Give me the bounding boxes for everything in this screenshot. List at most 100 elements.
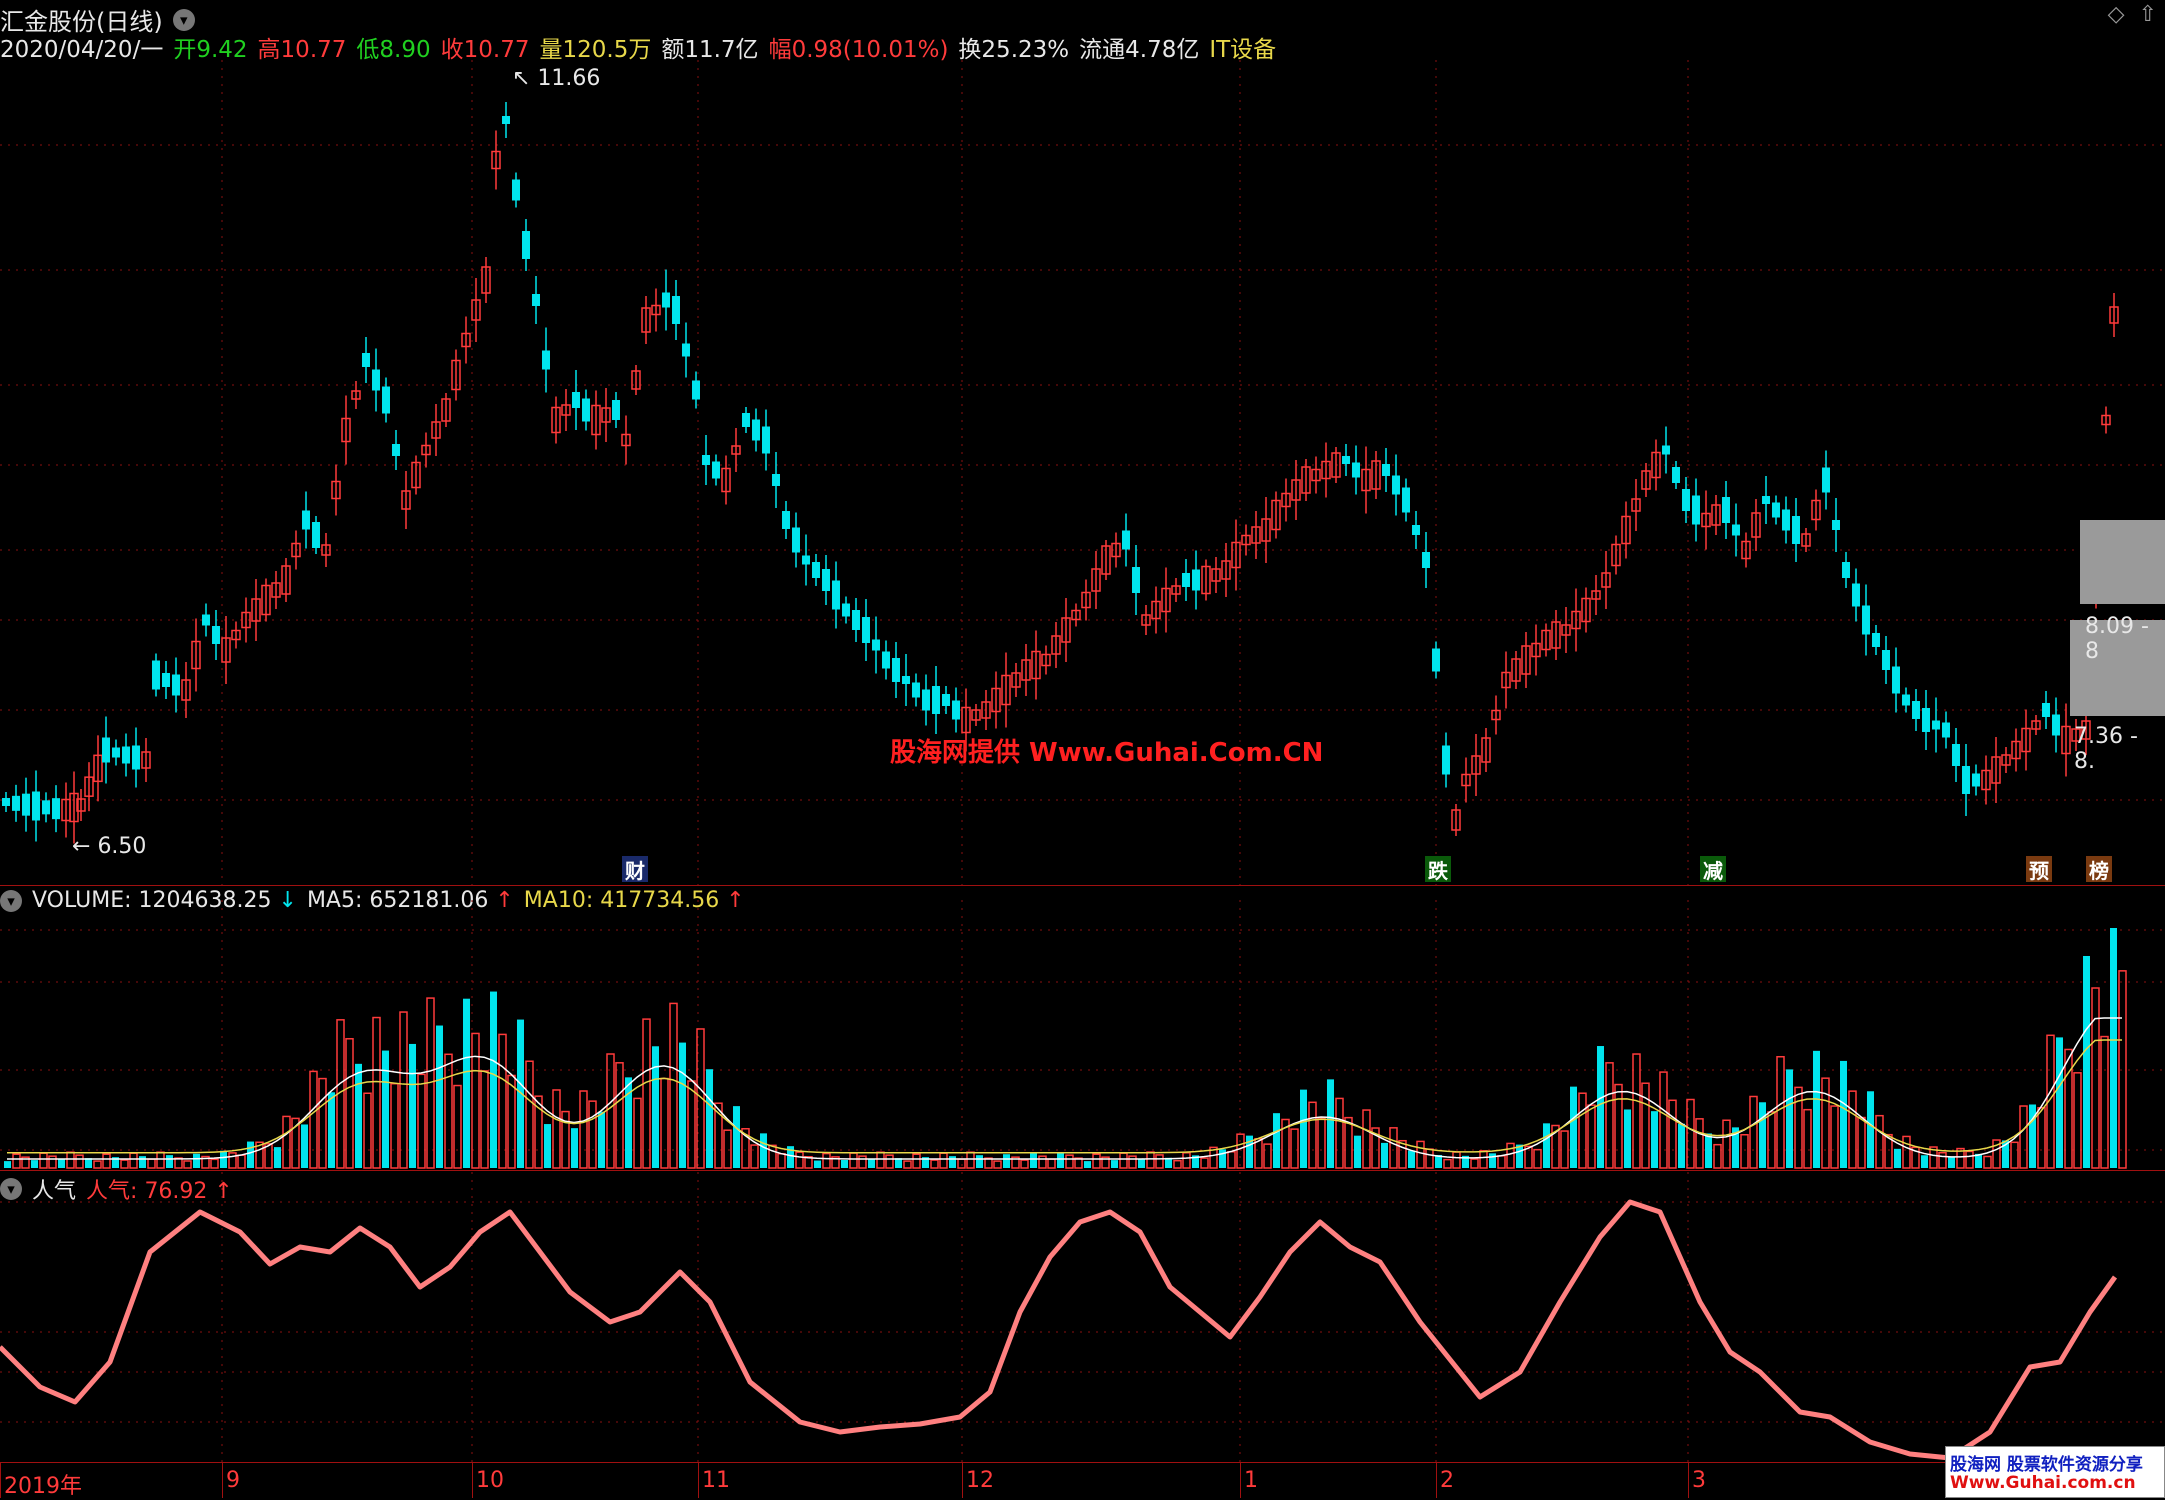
volume-bar — [93, 1160, 102, 1169]
quote-field: 换25.23% — [958, 37, 1070, 63]
volume-bar — [1786, 1069, 1793, 1168]
volume-bar — [822, 1152, 831, 1169]
sector-label[interactable]: IT设备 — [1209, 30, 1276, 64]
candle-body — [782, 511, 790, 529]
candle-body — [1892, 666, 1900, 694]
popularity-chart[interactable] — [0, 1172, 2165, 1462]
volume-bar — [390, 1082, 399, 1169]
volume-bar — [1155, 1154, 1164, 1169]
volume-bar — [706, 1069, 713, 1168]
volume-bar — [1290, 1128, 1299, 1169]
volume-bar — [444, 1053, 453, 1169]
volume-bar — [1695, 1118, 1704, 1169]
up-arrow-icon[interactable]: ⇧ — [2139, 2, 2157, 27]
volume-bar — [363, 1092, 372, 1169]
event-tag-drop[interactable]: 跌 — [1425, 856, 1451, 883]
candle-body — [1342, 456, 1350, 464]
volume-bar — [1300, 1089, 1307, 1168]
volume-chart[interactable] — [0, 900, 2165, 1170]
candle-body — [712, 461, 720, 479]
volume-bar — [2118, 970, 2127, 1169]
chip-zone-upper — [2080, 520, 2165, 604]
volume-bar — [12, 1153, 21, 1169]
event-tag-finance[interactable]: 财 — [622, 856, 648, 883]
volume-bar — [2064, 1048, 2073, 1169]
volume-bar — [814, 1160, 821, 1168]
volume-bar — [1047, 1158, 1056, 1169]
volume-bar — [750, 1144, 759, 1169]
candle-body — [1932, 720, 1940, 730]
candle-body — [932, 686, 940, 714]
chevron-down-icon[interactable]: ▾ — [172, 8, 195, 31]
volume-bar — [417, 1073, 426, 1169]
volume-bar — [687, 1080, 696, 1169]
volume-bar — [228, 1152, 237, 1169]
volume-bar — [166, 1155, 173, 1168]
candle-body — [1402, 487, 1410, 513]
diamond-icon[interactable]: ◇ — [2108, 2, 2125, 27]
volume-bar — [1416, 1140, 1425, 1169]
volume-bar — [939, 1152, 948, 1169]
volume-bar — [1848, 1090, 1857, 1169]
axis-tick — [222, 1462, 223, 1498]
volume-bar — [1425, 1148, 1434, 1169]
candle-body — [522, 231, 530, 259]
axis-label: 9 — [226, 1468, 240, 1493]
volume-bar — [1767, 1111, 1776, 1169]
candle-body — [1952, 744, 1960, 766]
volume-bar — [355, 1063, 362, 1168]
volume-bar — [660, 1077, 669, 1169]
volume-bar — [1092, 1153, 1101, 1169]
volume-bar — [1516, 1144, 1523, 1168]
volume-bar — [633, 1097, 642, 1169]
candle-body — [1422, 552, 1430, 568]
volume-bar — [318, 1077, 327, 1169]
volume-bar — [1722, 1119, 1731, 1169]
candle-body — [862, 617, 870, 643]
candle-body — [1862, 605, 1870, 635]
candle-body — [12, 795, 20, 811]
candle-body — [1392, 475, 1400, 495]
volume-bar — [2091, 987, 2100, 1169]
volume-bar — [1821, 1077, 1830, 1169]
event-tag-list[interactable]: 榜 — [2086, 856, 2112, 883]
volume-bar — [1803, 1108, 1812, 1169]
volume-bar — [139, 1156, 146, 1168]
volume-bar — [1578, 1092, 1587, 1169]
volume-bar — [1119, 1152, 1128, 1169]
volume-bar — [1740, 1134, 1749, 1169]
volume-bar — [1651, 1111, 1658, 1168]
volume-bar — [1749, 1095, 1758, 1169]
quote-field: 高10.77 — [257, 37, 347, 63]
volume-bar — [66, 1151, 75, 1169]
candle-body — [502, 116, 510, 124]
volume-bar — [1111, 1160, 1118, 1168]
volume-bar — [409, 1043, 416, 1168]
volume-bar — [760, 1133, 767, 1168]
volume-bar — [1921, 1155, 1928, 1168]
volume-bar — [1138, 1159, 1145, 1168]
axis-label: 1 — [1244, 1468, 1258, 1493]
candle-body — [1832, 520, 1840, 530]
volume-bar — [282, 1115, 291, 1169]
quote-date: 2020/04/20/一 — [0, 37, 164, 63]
watermark-text: 股海网提供 Www.Guhai.Com.CN — [890, 738, 1324, 768]
volume-bar — [1713, 1143, 1722, 1169]
volume-bar — [1128, 1155, 1137, 1169]
volume-bar — [1632, 1053, 1641, 1169]
volume-bar — [1533, 1148, 1542, 1169]
volume-bar — [1830, 1105, 1839, 1169]
quote-field: 收10.77 — [440, 37, 530, 63]
candle-body — [752, 419, 760, 441]
event-tag-forecast[interactable]: 预 — [2026, 856, 2052, 883]
event-tag-reduce[interactable]: 减 — [1700, 856, 1726, 883]
volume-bar — [930, 1159, 939, 1169]
volume-bar — [957, 1158, 966, 1169]
volume-bar — [507, 1074, 516, 1169]
volume-bar — [1354, 1135, 1361, 1168]
volume-bar — [552, 1089, 561, 1169]
candle-body — [1772, 502, 1780, 518]
candle-body — [822, 569, 830, 591]
candle-body — [802, 555, 810, 565]
volume-bar — [156, 1151, 165, 1169]
